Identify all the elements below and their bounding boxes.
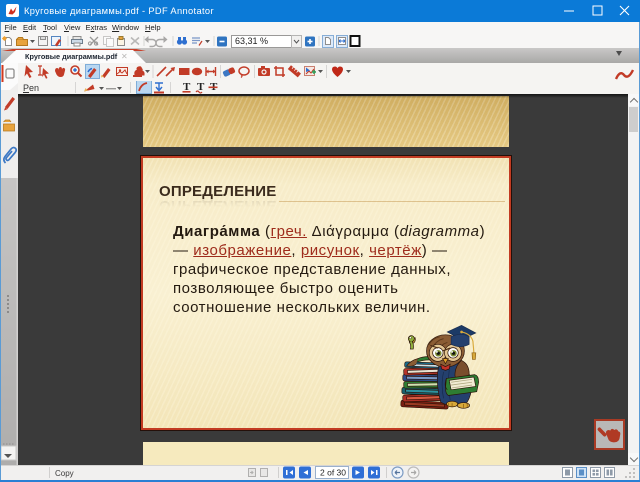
svg-text:63,31 %: 63,31 %	[235, 36, 268, 46]
svg-text:2 of 30: 2 of 30	[320, 468, 346, 478]
